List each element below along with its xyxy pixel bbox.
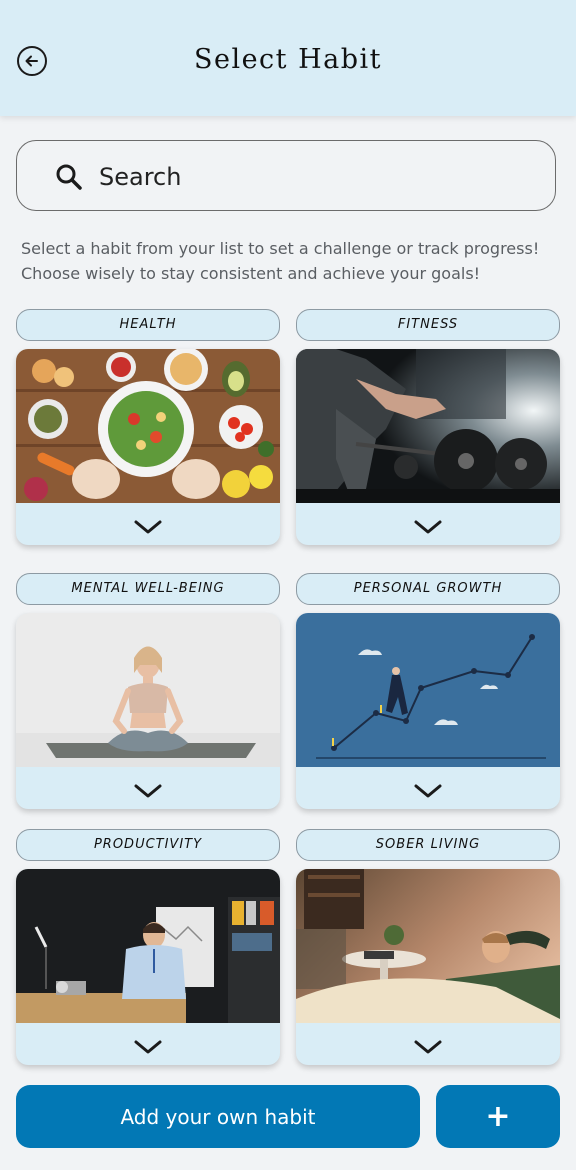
chevron-down-icon [134, 784, 162, 798]
expand-button[interactable] [296, 778, 560, 804]
expand-button[interactable] [16, 778, 280, 804]
habit-card-body[interactable] [296, 349, 560, 545]
habit-label: SOBER LIVING [296, 829, 560, 861]
habit-card-body[interactable] [16, 349, 280, 545]
plus-button[interactable]: + [436, 1085, 560, 1148]
habit-card-body[interactable] [16, 869, 280, 1065]
habit-card-productivity[interactable]: PRODUCTIVITY [16, 829, 280, 1065]
description-text: Select a habit from your list to set a c… [21, 236, 561, 286]
habit-image-mental-well-being [16, 613, 280, 767]
chevron-down-icon [414, 784, 442, 798]
search-icon [56, 164, 82, 190]
habit-card-sober-living[interactable]: SOBER LIVING [296, 829, 560, 1065]
habit-card-body[interactable] [296, 613, 560, 809]
habit-image-personal-growth [296, 613, 560, 767]
habit-label: HEALTH [16, 309, 280, 341]
habit-label: MENTAL WELL-BEING [16, 573, 280, 605]
header-bar: Select Habit [0, 0, 576, 116]
habit-label: PRODUCTIVITY [16, 829, 280, 861]
chevron-down-icon [414, 520, 442, 534]
add-own-habit-button[interactable]: Add your own habit [16, 1085, 420, 1148]
habit-image-productivity [16, 869, 280, 1023]
description-line-2: Choose wisely to stay consistent and ach… [21, 264, 481, 283]
habit-image-fitness [296, 349, 560, 503]
chevron-down-icon [134, 520, 162, 534]
habit-label: PERSONAL GROWTH [296, 573, 560, 605]
search-input[interactable] [97, 157, 521, 197]
habit-card-body[interactable] [296, 869, 560, 1065]
habit-image-sober-living [296, 869, 560, 1023]
expand-button[interactable] [296, 1034, 560, 1060]
expand-button[interactable] [16, 514, 280, 540]
habit-card-fitness[interactable]: FITNESS [296, 309, 560, 545]
habit-card-mental-well-being[interactable]: MENTAL WELL-BEING [16, 573, 280, 809]
habit-card-body[interactable] [16, 613, 280, 809]
chevron-down-icon [414, 1040, 442, 1054]
page-title: Select Habit [193, 44, 383, 75]
search-bar[interactable] [16, 140, 556, 211]
habit-label: FITNESS [296, 309, 560, 341]
expand-button[interactable] [296, 514, 560, 540]
description-line-1: Select a habit from your list to set a c… [21, 239, 540, 258]
habit-card-personal-growth[interactable]: PERSONAL GROWTH [296, 573, 560, 809]
habit-card-health[interactable]: HEALTH [16, 309, 280, 545]
chevron-down-icon [134, 1040, 162, 1054]
expand-button[interactable] [16, 1034, 280, 1060]
habit-image-health [16, 349, 280, 503]
